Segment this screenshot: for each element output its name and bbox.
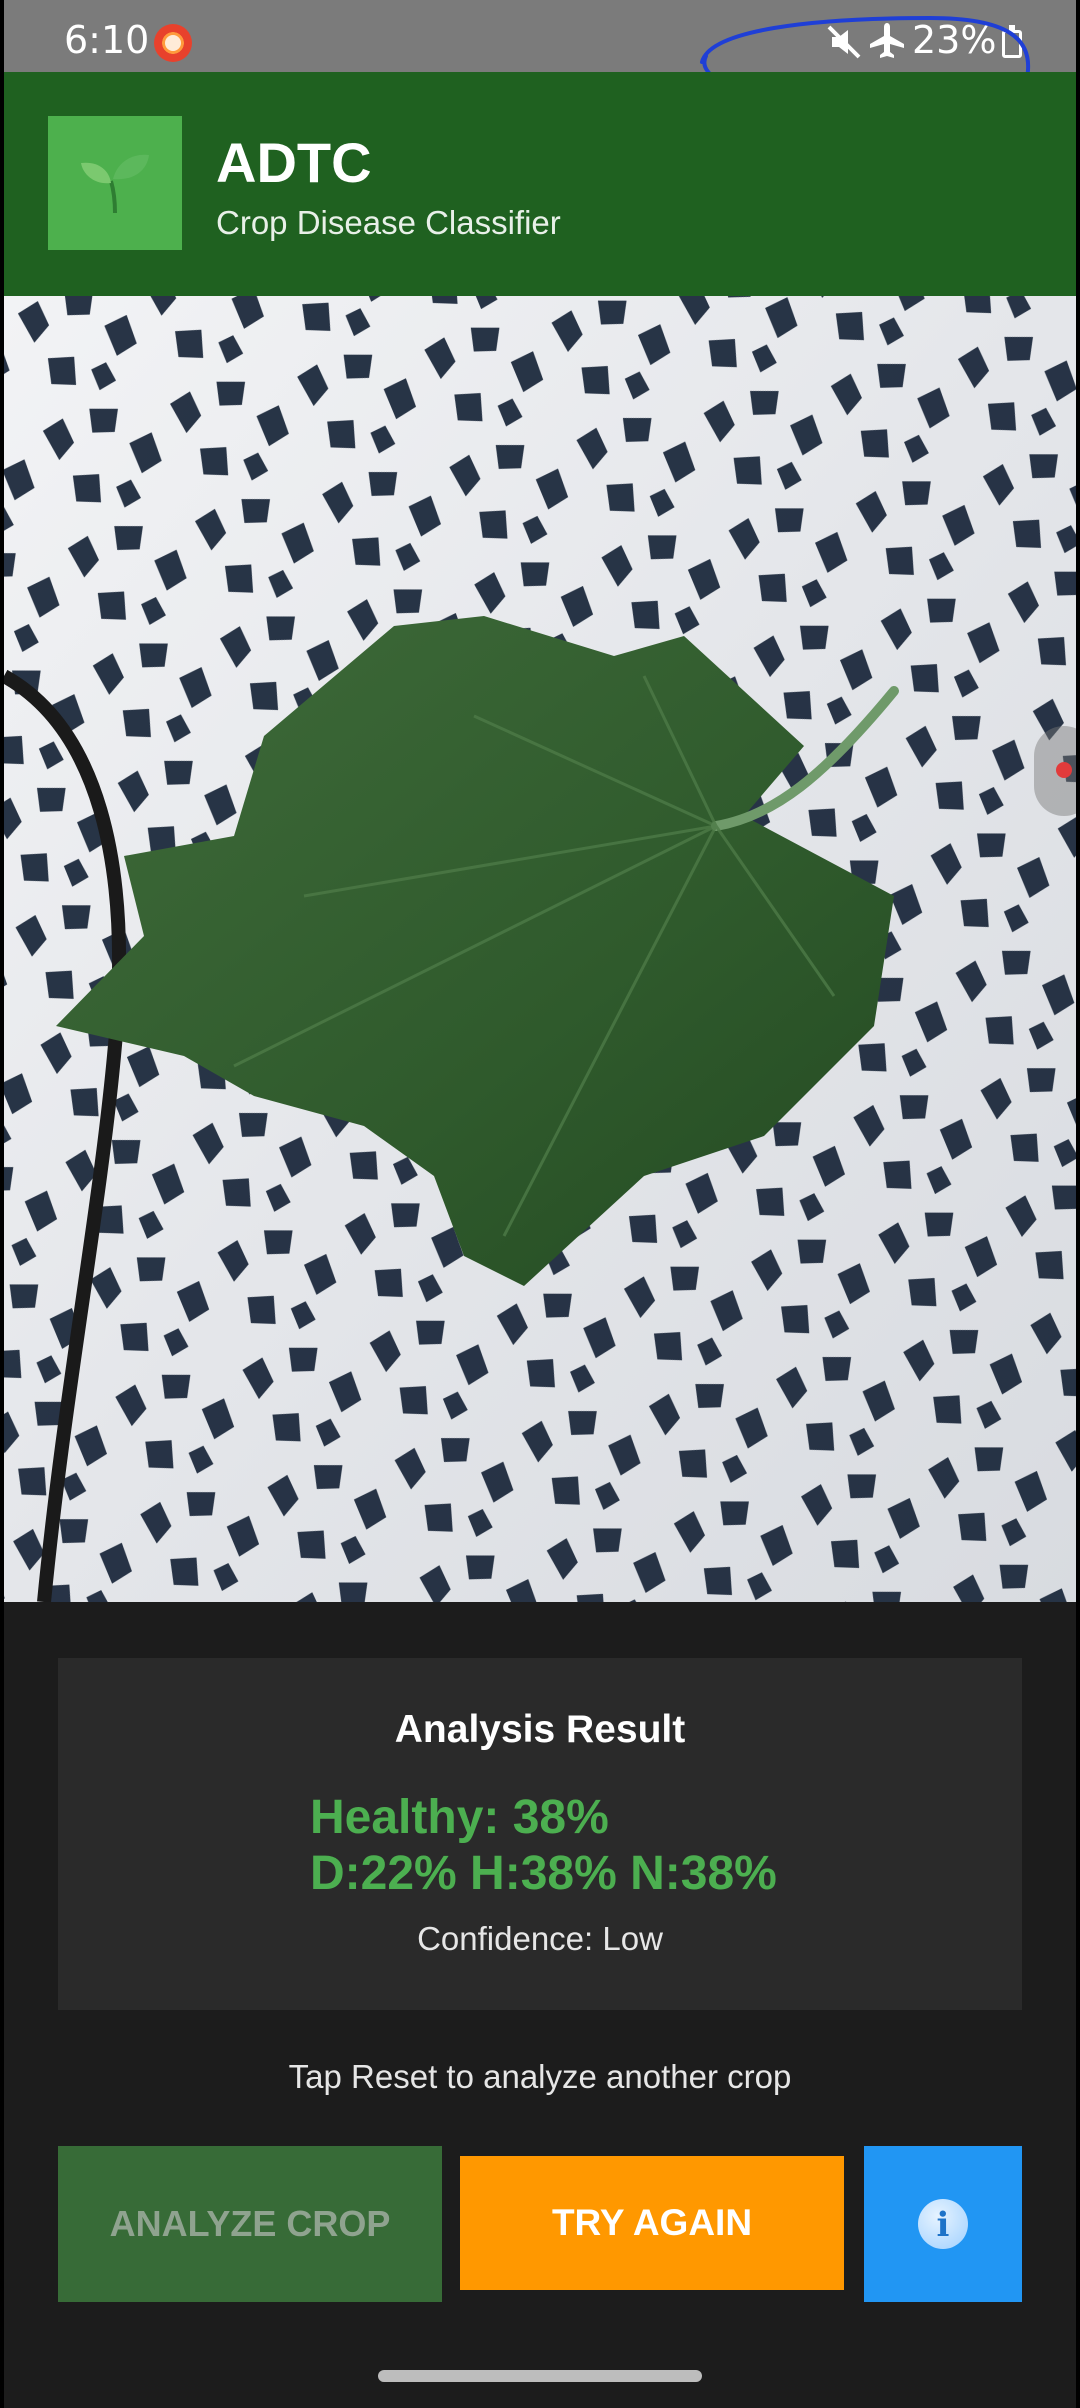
leaf-photo (4, 296, 1076, 1602)
app-title: ADTC (216, 131, 372, 194)
airplane-mode-icon (870, 23, 904, 58)
info-icon: i (918, 2199, 968, 2249)
mute-icon (827, 25, 861, 59)
screen-edge-right (1076, 0, 1080, 2408)
result-class-breakdown: D:22% H:38% N:38% (310, 1847, 777, 1900)
app-header: ADTC Crop Disease Classifier (4, 72, 1076, 296)
side-panel-handle[interactable] (1034, 726, 1076, 816)
result-title: Analysis Result (394, 1708, 686, 1751)
navigation-bar (4, 2358, 1076, 2408)
seedling-icon (81, 154, 149, 214)
camera-preview[interactable] (4, 296, 1076, 1602)
info-button[interactable]: i (864, 2146, 1022, 2302)
app-subtitle: Crop Disease Classifier (216, 204, 561, 241)
screen-record-icon (154, 24, 192, 62)
battery-icon (1002, 25, 1022, 58)
analyze-crop-button[interactable]: ANALYZE CROP (58, 2146, 442, 2302)
analysis-result-card: Analysis Result Healthy: 38% D:22% H:38%… (58, 1658, 1022, 2010)
status-bar: 6:10 23% (4, 0, 1076, 72)
app-logo (48, 116, 182, 250)
reset-hint: Tap Reset to analyze another crop (288, 2058, 792, 2095)
home-gesture-handle[interactable] (378, 2370, 702, 2382)
confidence-label: Confidence: Low (417, 1920, 663, 1957)
status-time: 6:10 (64, 18, 150, 62)
result-primary-label: Healthy: 38% (310, 1791, 609, 1844)
try-again-button[interactable]: TRY AGAIN (460, 2156, 844, 2290)
battery-percent: 23% (912, 18, 997, 62)
